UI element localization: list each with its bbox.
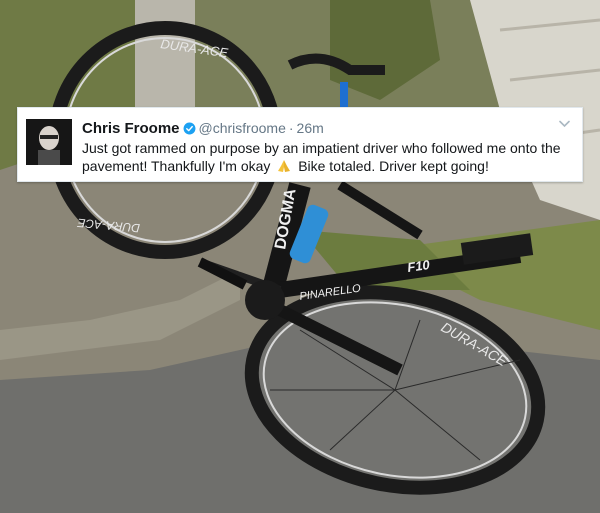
avatar[interactable]: [26, 119, 72, 165]
timestamp[interactable]: 26m: [297, 120, 324, 136]
separator-dot: ·: [288, 120, 294, 136]
verified-badge-icon: [183, 122, 195, 134]
chainring: [245, 280, 285, 320]
tweet-header: Chris Froome @chrisfroome · 26m: [82, 119, 324, 137]
tweet-text: Just got rammed on purpose by an impatie…: [82, 139, 574, 175]
frame-f10-label: F10: [406, 257, 431, 275]
tweet-text-part2: Bike totaled. Driver kept going!: [298, 158, 489, 174]
profile-photo-icon: [26, 119, 72, 165]
tweet-card[interactable]: Chris Froome @chrisfroome · 26m Just got…: [17, 107, 583, 182]
folded-hands-emoji-icon: [278, 160, 291, 172]
user-handle[interactable]: @chrisfroome: [199, 120, 286, 136]
pole: [135, 0, 195, 110]
display-name[interactable]: Chris Froome: [82, 120, 180, 137]
crashed-bike-photo: DURA-ACE DURA-ACE DURA-ACE PINARELLO DOG…: [0, 0, 600, 513]
chevron-down-icon[interactable]: [559, 120, 570, 128]
